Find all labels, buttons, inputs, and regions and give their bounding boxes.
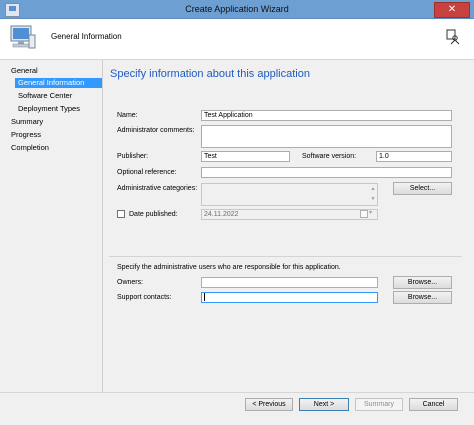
sidebar-item-progress[interactable]: Progress	[8, 130, 41, 140]
support-contacts-input[interactable]	[201, 292, 378, 303]
window-title: Create Application Wizard	[185, 4, 289, 14]
support-contacts-label: Support contacts:	[117, 294, 172, 301]
summary-button[interactable]: Summary	[355, 398, 403, 411]
date-published-label: Date published:	[129, 211, 178, 218]
owners-label: Owners:	[117, 279, 144, 286]
next-button[interactable]: Next >	[299, 398, 349, 411]
calendar-icon[interactable]	[360, 210, 368, 218]
section-divider	[109, 256, 462, 257]
sidebar-item-software-center[interactable]: Software Center	[15, 91, 102, 101]
software-version-label: Software version:	[302, 153, 357, 160]
sidebar-item-summary[interactable]: Summary	[8, 117, 43, 127]
admin-comments-input[interactable]	[201, 125, 452, 148]
wizard-header: General Information	[0, 19, 474, 60]
admin-categories-scrollbar[interactable]: ▲ ▼	[369, 184, 377, 205]
section-heading: Specify information about this applicati…	[110, 68, 310, 80]
date-published-picker[interactable]: 24.11.2022	[201, 209, 378, 220]
sidebar-item-general-information[interactable]: General Information	[15, 78, 102, 88]
person-help-icon	[446, 29, 460, 45]
optional-reference-input[interactable]	[201, 167, 452, 178]
owners-input[interactable]	[201, 277, 378, 288]
computer-icon	[10, 25, 36, 49]
title-bar: Create Application Wizard ✕	[0, 0, 474, 19]
admin-users-description: Specify the administrative users who are…	[117, 264, 341, 271]
cancel-button[interactable]: Cancel	[409, 398, 458, 411]
admin-categories-list[interactable]	[201, 183, 378, 206]
wizard-steps-sidebar: General General Information Software Cen…	[0, 60, 103, 392]
optional-reference-label: Optional reference:	[117, 169, 177, 176]
admin-comments-label: Administrator comments:	[117, 127, 195, 134]
software-version-input[interactable]: 1.0	[376, 151, 452, 162]
publisher-label: Publisher:	[117, 153, 149, 160]
publisher-input[interactable]: Test	[201, 151, 290, 162]
sidebar-item-completion[interactable]: Completion	[8, 143, 49, 153]
close-button[interactable]: ✕	[434, 2, 470, 18]
previous-button[interactable]: < Previous	[245, 398, 293, 411]
sidebar-item-general[interactable]: General	[8, 66, 38, 76]
owners-browse-button[interactable]: Browse...	[393, 276, 452, 289]
text-cursor	[204, 293, 205, 302]
chevron-down-icon[interactable]: ▾	[369, 209, 372, 216]
sidebar-item-deployment-types[interactable]: Deployment Types	[15, 104, 102, 114]
name-input[interactable]: Test Application	[201, 110, 452, 121]
page-title: General Information	[51, 32, 122, 41]
name-label: Name:	[117, 112, 138, 119]
select-categories-button[interactable]: Select...	[393, 182, 452, 195]
admin-categories-label: Administrative categories:	[117, 185, 198, 192]
date-published-checkbox[interactable]	[117, 210, 125, 218]
main-panel: Specify information about this applicati…	[103, 60, 474, 392]
wizard-footer: < Previous Next > Summary Cancel	[0, 392, 474, 425]
support-contacts-browse-button[interactable]: Browse...	[393, 291, 452, 304]
